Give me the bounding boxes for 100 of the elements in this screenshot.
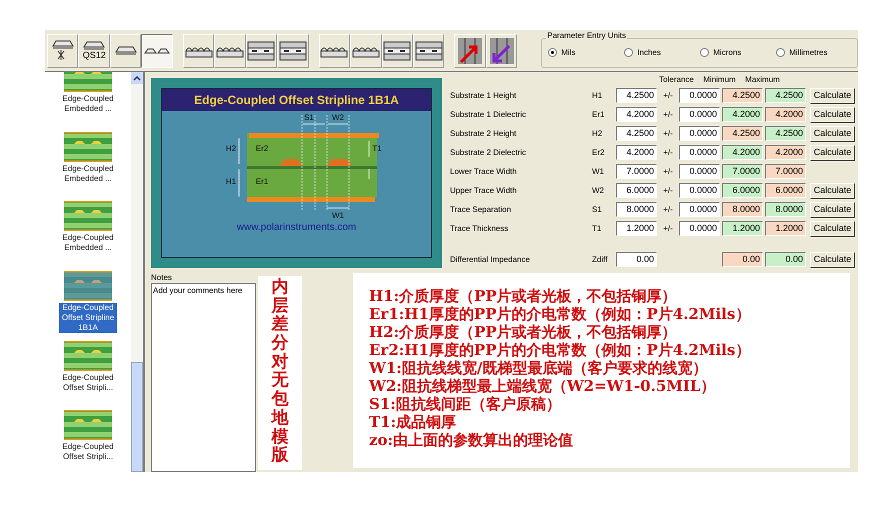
parameter-symbol: W2 xyxy=(592,186,605,194)
annotation-line: Er1:H1厚度的PP片的介电常数（例如：P片4.2Mils） xyxy=(369,305,752,323)
value-field[interactable]: 8.0000 xyxy=(616,202,657,217)
calculate-button[interactable]: Calculate xyxy=(810,220,855,236)
calculate-button[interactable]: Calculate xyxy=(810,88,855,104)
toolbar-label: QS12 xyxy=(82,51,106,60)
minimum-field[interactable]: 0.00 xyxy=(722,252,763,267)
value-field[interactable]: 7.0000 xyxy=(616,164,657,179)
structure-label: Edge-Coupled Embedded ... xyxy=(61,164,115,184)
impedance-field[interactable]: 0.00 xyxy=(616,252,657,267)
minimum-field[interactable]: 4.2500 xyxy=(722,126,763,141)
notes-field[interactable]: Add your comments here xyxy=(151,283,256,472)
toolbar-icon xyxy=(383,40,412,60)
value-field[interactable]: 4.2500 xyxy=(616,126,657,141)
column-header: Minimum xyxy=(702,74,737,86)
parameter-symbol: Er2 xyxy=(592,148,606,156)
diagram-title: Edge-Coupled Offset Stripline 1B1A xyxy=(162,89,431,111)
scroll-up-icon[interactable] xyxy=(131,72,143,84)
value-field[interactable]: 4.2500 xyxy=(616,88,657,103)
annotation-line: T1:成品铜厚 xyxy=(369,413,458,431)
toolbar-icon xyxy=(457,36,484,64)
plus-minus-label: +/- xyxy=(662,206,674,214)
structure-thumbnail-icon xyxy=(64,132,112,162)
maximum-field[interactable]: 4.2000 xyxy=(765,107,806,122)
maximum-field[interactable]: 0.00 xyxy=(765,252,806,267)
minimum-field[interactable]: 4.2000 xyxy=(722,145,763,160)
tolerance-field[interactable]: 0.0000 xyxy=(679,183,720,198)
dimension-label: H2 xyxy=(225,144,236,153)
calculate-button[interactable]: Calculate xyxy=(810,144,855,160)
minimum-field[interactable]: 1.2000 xyxy=(722,221,763,236)
scroll-thumb[interactable] xyxy=(131,362,143,472)
structure-item[interactable]: Edge-Coupled Embedded ... xyxy=(58,72,118,124)
minimum-field[interactable]: 8.0000 xyxy=(722,202,763,217)
maximum-field[interactable]: 7.0000 xyxy=(765,164,806,179)
value-field[interactable]: 6.0000 xyxy=(616,183,657,198)
calculate-button[interactable]: Calculate xyxy=(810,182,855,198)
maximum-field[interactable]: 1.2000 xyxy=(765,221,806,236)
structure-item[interactable]: Edge-Coupled Offset Stripline 1B1A xyxy=(58,262,118,333)
structure-item[interactable]: Edge-Coupled Embedded ... xyxy=(58,193,118,263)
parameter-symbol: S1 xyxy=(592,206,603,214)
website-url: www.polarinstruments.com xyxy=(236,223,356,233)
minimum-field[interactable]: 7.0000 xyxy=(722,164,763,179)
dimension-label: H1 xyxy=(225,177,236,186)
parameter-label: Upper Trace Width xyxy=(450,186,518,194)
maximum-field[interactable]: 4.2000 xyxy=(765,145,806,160)
parameter-label: Substrate 2 Height xyxy=(450,130,518,138)
structure-label: Edge-Coupled Offset Stripli... xyxy=(61,372,115,393)
maximum-field[interactable]: 4.2500 xyxy=(765,88,806,103)
structure-item[interactable]: Edge-Coupled Embedded ... xyxy=(58,124,118,194)
tolerance-field[interactable]: 0.0000 xyxy=(679,164,720,179)
tolerance-field[interactable]: 0.0000 xyxy=(679,145,720,160)
radio-button[interactable] xyxy=(700,48,710,57)
plus-minus-label: +/- xyxy=(662,92,674,100)
calculate-button[interactable]: Calculate xyxy=(810,252,855,268)
notes-title: Notes xyxy=(151,273,172,283)
parameter-label: Substrate 1 Dielectric xyxy=(450,110,528,118)
annotation-line: S1:阻抗线间距（客户原稿） xyxy=(369,395,562,413)
units-group-title: Parameter Entry Units xyxy=(546,32,627,40)
toolbar-icon xyxy=(144,48,170,54)
calculate-button[interactable]: Calculate xyxy=(810,126,855,142)
tolerance-field[interactable]: 0.0000 xyxy=(679,202,720,217)
toolbar-icon xyxy=(488,36,515,64)
plus-minus-label: +/- xyxy=(662,130,674,138)
minimum-field[interactable]: 4.2500 xyxy=(722,88,763,103)
parameter-label: Substrate 2 Dielectric xyxy=(450,148,528,156)
maximum-field[interactable]: 8.0000 xyxy=(765,202,806,217)
structure-item[interactable]: Edge-Coupled Offset Stripli... xyxy=(58,332,118,402)
radio-button[interactable] xyxy=(776,48,786,57)
minimum-field[interactable]: 4.2000 xyxy=(722,107,763,122)
toolbar-button[interactable] xyxy=(141,34,173,68)
column-header: Maximum xyxy=(744,74,781,86)
calculate-button[interactable]: Calculate xyxy=(810,202,855,218)
parameter-label: Trace Thickness xyxy=(450,224,510,232)
structure-item[interactable]: Edge-Coupled Offset Stripli... xyxy=(58,402,118,472)
dimension-label: Er2 xyxy=(255,144,268,153)
parameter-symbol: H1 xyxy=(592,92,604,100)
toolbar-icon xyxy=(83,41,106,50)
tolerance-field[interactable]: 0.0000 xyxy=(679,221,720,236)
scrollbar[interactable] xyxy=(131,72,143,472)
value-field[interactable]: 4.2000 xyxy=(616,107,657,122)
toolbar-icon xyxy=(414,40,443,60)
value-field[interactable]: 4.2000 xyxy=(616,145,657,160)
tolerance-field[interactable]: 0.0000 xyxy=(679,126,720,141)
radio-label: Millimetres xyxy=(789,48,828,56)
minimum-field[interactable]: 6.0000 xyxy=(722,183,763,198)
radio-button[interactable] xyxy=(624,48,634,57)
dimension-label: S1 xyxy=(304,113,314,122)
value-field[interactable]: 1.2000 xyxy=(616,221,657,236)
plus-minus-label: +/- xyxy=(662,110,674,118)
vertical-annotation: 内层差分对无包地模版 xyxy=(272,278,288,468)
toolbar-button[interactable]: QS12 xyxy=(78,34,110,68)
annotation-line: H2:介质厚度（PP片或者光板，不包括铜厚） xyxy=(369,323,678,341)
calculate-button[interactable]: Calculate xyxy=(810,106,855,122)
structure-thumbnail-icon xyxy=(64,340,112,371)
tolerance-field[interactable]: 0.0000 xyxy=(679,107,720,122)
radio-button[interactable] xyxy=(548,48,558,57)
toolbar-icon xyxy=(114,46,137,55)
maximum-field[interactable]: 4.2500 xyxy=(765,126,806,141)
maximum-field[interactable]: 6.0000 xyxy=(765,183,806,198)
tolerance-field[interactable]: 0.0000 xyxy=(679,88,720,103)
